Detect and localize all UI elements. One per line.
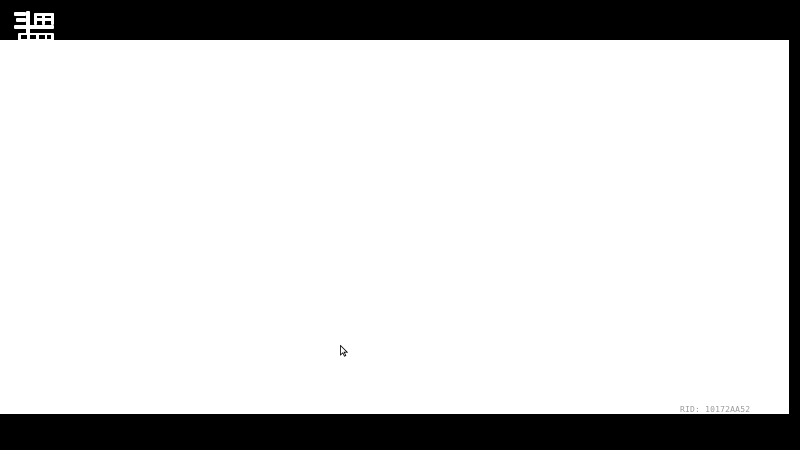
logo-caption: DOUYU.COM bbox=[18, 47, 70, 55]
letterbox-right bbox=[789, 40, 800, 414]
letterbox-bottom bbox=[0, 414, 800, 450]
stream-frame: DOUYU.COM RID: 10172AA52 bbox=[0, 0, 800, 450]
letterbox-top bbox=[0, 0, 800, 40]
blank-viewport bbox=[0, 40, 789, 414]
room-id-watermark: RID: 10172AA52 bbox=[680, 405, 751, 414]
mouse-pointer-icon bbox=[340, 342, 349, 357]
